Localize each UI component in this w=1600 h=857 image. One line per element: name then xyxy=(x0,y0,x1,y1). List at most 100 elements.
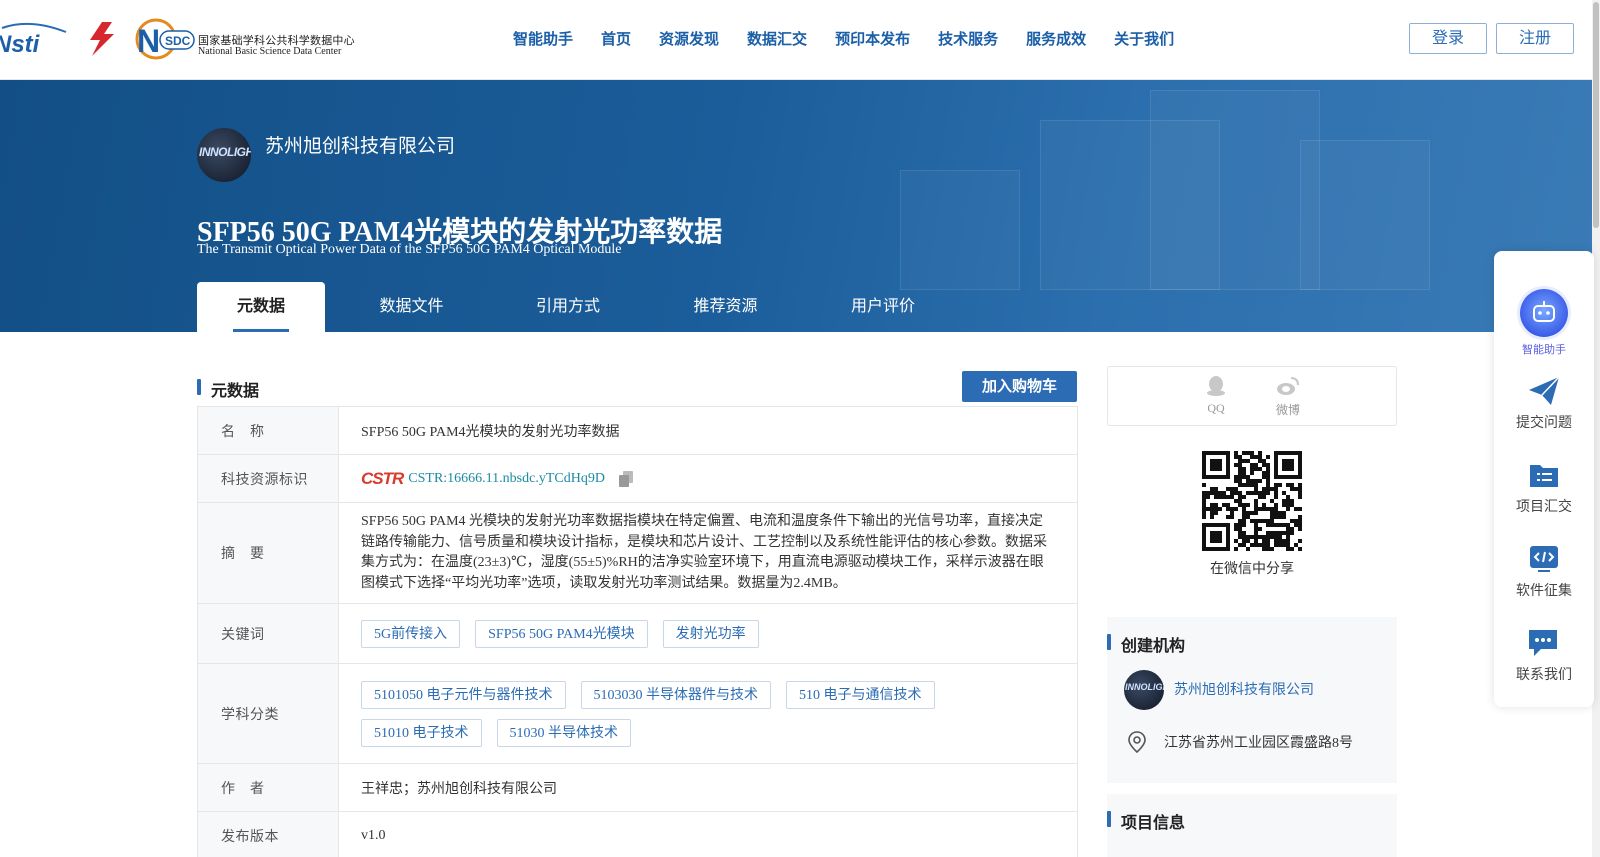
banner-decoration xyxy=(900,170,1020,290)
subject-tag[interactable]: 51010 电子技术 xyxy=(361,718,482,747)
banner-decoration xyxy=(1300,140,1430,290)
side-item-contact[interactable]: 联系我们 xyxy=(1494,627,1594,684)
org-logo[interactable]: INNOLIGHT xyxy=(1124,670,1164,710)
nav-item-preprint[interactable]: 预印本发布 xyxy=(835,28,910,49)
table-row: 关键词 5G前传接入 SFP56 50G PAM4光模块 发射光功率 xyxy=(198,604,1077,664)
scrollbar-thumb[interactable] xyxy=(1593,2,1599,228)
weibo-icon xyxy=(1277,377,1299,395)
register-button[interactable]: 注册 xyxy=(1496,23,1574,54)
share-qq[interactable]: QQ xyxy=(1196,375,1236,416)
subject-tags: 5101050 电子元件与器件技术 5103030 半导体器件与技术 510 电… xyxy=(361,667,1055,761)
share-qq-label: QQ xyxy=(1207,401,1225,415)
nav-item-assistant[interactable]: 智能助手 xyxy=(513,28,573,49)
tab-reviews[interactable]: 用户评价 xyxy=(813,282,953,332)
svg-text:N: N xyxy=(137,23,160,59)
tab-recommended[interactable]: 推荐资源 xyxy=(638,282,813,332)
keyword-tag[interactable]: 发射光功率 xyxy=(662,619,759,648)
row-label-keywords: 关键词 xyxy=(198,604,339,663)
org-name-link[interactable]: 苏州旭创科技有限公司 xyxy=(1174,679,1314,699)
side-item-software-collect-label: 软件征集 xyxy=(1516,582,1572,598)
cstr-link[interactable]: CSTR:16666.11.nbsdc.yTCdHq9D xyxy=(408,471,605,487)
company-name[interactable]: 苏州旭创科技有限公司 xyxy=(265,131,455,158)
nav-item-results[interactable]: 服务成效 xyxy=(1026,28,1086,49)
copy-icon[interactable] xyxy=(618,470,633,487)
project-section-title: 项目信息 xyxy=(1107,809,1185,833)
flame-logo[interactable] xyxy=(82,20,120,58)
nsdc-emblem-icon: N SDC xyxy=(135,18,195,60)
keyword-tag[interactable]: SFP56 50G PAM4光模块 xyxy=(475,619,648,648)
side-item-assistant-label: 智能助手 xyxy=(1522,344,1566,356)
code-icon xyxy=(1530,546,1558,572)
share-weibo-label: 微博 xyxy=(1275,403,1300,417)
side-item-software-collect[interactable]: 软件征集 xyxy=(1494,543,1594,600)
wechat-share-text: 在微信中分享 xyxy=(1210,562,1294,577)
subject-tags-cell: 5101050 电子元件与器件技术 5103030 半导体器件与技术 510 电… xyxy=(339,664,1077,763)
cstr-logo: CSTR xyxy=(361,468,404,488)
main-nav: 智能助手 首页 资源发现 数据汇交 预印本发布 技术服务 服务成效 关于我们 xyxy=(513,28,1202,49)
table-row: 学科分类 5101050 电子元件与器件技术 5103030 半导体器件与技术 … xyxy=(198,664,1077,764)
row-value-abstract: SFP56 50G PAM4 光模块的发射光功率数据指模块在特定偏置、电流和温度… xyxy=(361,514,1047,591)
org-address: 江苏省苏州工业园区霞盛路8号 xyxy=(1164,736,1353,751)
row-value-name: SFP56 50G PAM4光模块的发射光功率数据 xyxy=(361,424,620,440)
metadata-section-title: 元数据 xyxy=(197,377,259,401)
dataset-tabs: 元数据 数据文件 引用方式 推荐资源 用户评价 xyxy=(197,282,953,332)
row-label-name: 名 称 xyxy=(198,407,339,454)
folder-list-icon xyxy=(1530,465,1558,487)
creator-org-panel: 创建机构 INNOLIGHT 苏州旭创科技有限公司 江苏省苏州工业园区霞盛路8号 xyxy=(1107,617,1397,783)
dataset-title-en: The Transmit Optical Power Data of the S… xyxy=(197,242,622,257)
subject-tag[interactable]: 51030 半导体技术 xyxy=(496,718,631,747)
side-item-project-submit[interactable]: 项目汇交 xyxy=(1494,459,1594,516)
nsdc-logo[interactable]: N SDC 国家基础学科公共科学数据中心 National Basic Scie… xyxy=(134,16,355,62)
tab-citation[interactable]: 引用方式 xyxy=(498,282,638,332)
share-panel: QQ 微博 xyxy=(1107,366,1397,426)
paper-plane-icon xyxy=(1529,376,1560,405)
nsdc-logo-en: National Basic Science Data Center xyxy=(198,46,342,57)
location-icon xyxy=(1128,731,1146,753)
table-row: 发布版本 v1.0 xyxy=(198,812,1077,857)
row-label-abstract: 摘 要 xyxy=(198,503,339,603)
side-item-submit-question-label: 提交问题 xyxy=(1516,414,1572,430)
add-to-cart-button[interactable]: 加入购物车 xyxy=(962,371,1077,402)
tab-data-files[interactable]: 数据文件 xyxy=(325,282,498,332)
robot-icon xyxy=(1520,289,1568,337)
chat-icon xyxy=(1529,630,1557,656)
top-navigation-bar: Nsti N SDC 国家基础学科公共科学数据中心 National Basic… xyxy=(0,0,1600,80)
nav-item-home[interactable]: 首页 xyxy=(601,28,631,49)
subject-tag[interactable]: 5103030 半导体器件与技术 xyxy=(580,680,771,709)
row-value-version: v1.0 xyxy=(361,827,386,843)
dataset-banner: INNOLIGHT 苏州旭创科技有限公司 SFP56 50G PAM4光模块的发… xyxy=(0,80,1592,332)
table-row: 科技资源标识 CSTR CSTR:16666.11.nbsdc.yTCdHq9D xyxy=(198,455,1077,503)
nav-item-tech-service[interactable]: 技术服务 xyxy=(938,28,998,49)
row-label-cstr: 科技资源标识 xyxy=(198,455,339,502)
side-item-assistant[interactable]: 智能助手 xyxy=(1494,289,1594,357)
nav-item-about[interactable]: 关于我们 xyxy=(1114,28,1174,49)
row-value-authors: 王祥忠；苏州旭创科技有限公司 xyxy=(361,781,557,797)
row-label-subjects: 学科分类 xyxy=(198,664,339,763)
nav-item-data-submit[interactable]: 数据汇交 xyxy=(747,28,807,49)
login-button[interactable]: 登录 xyxy=(1409,23,1487,54)
keyword-tag[interactable]: 5G前传接入 xyxy=(361,619,461,648)
project-info-panel: 项目信息 xyxy=(1107,794,1397,857)
creator-section-title: 创建机构 xyxy=(1107,632,1185,656)
table-row: 名 称 SFP56 50G PAM4光模块的发射光功率数据 xyxy=(198,407,1077,455)
qq-icon xyxy=(1207,376,1225,396)
side-item-project-submit-label: 项目汇交 xyxy=(1516,498,1572,514)
floating-side-toolbar: 智能助手 提交问题 项目汇交 软件征集 联系我们 xyxy=(1494,251,1594,707)
tab-metadata[interactable]: 元数据 xyxy=(197,282,325,332)
table-row: 作 者 王祥忠；苏州旭创科技有限公司 xyxy=(198,764,1077,812)
row-label-authors: 作 者 xyxy=(198,764,339,811)
table-row: 摘 要 SFP56 50G PAM4 光模块的发射光功率数据指模块在特定偏置、电… xyxy=(198,503,1077,604)
side-item-submit-question[interactable]: 提交问题 xyxy=(1494,375,1594,432)
row-value-cstr: CSTR CSTR:16666.11.nbsdc.yTCdHq9D xyxy=(339,455,1077,502)
wechat-qr-code xyxy=(1202,451,1302,551)
side-item-contact-label: 联系我们 xyxy=(1516,666,1572,682)
share-weibo[interactable]: 微博 xyxy=(1268,375,1308,418)
metadata-table: 名 称 SFP56 50G PAM4光模块的发射光功率数据 科技资源标识 CST… xyxy=(197,406,1078,857)
subject-tag[interactable]: 5101050 电子元件与器件技术 xyxy=(361,680,566,709)
svg-text:Nsti: Nsti xyxy=(0,31,41,58)
keyword-tags: 5G前传接入 SFP56 50G PAM4光模块 发射光功率 xyxy=(339,604,1077,663)
subject-tag[interactable]: 510 电子与通信技术 xyxy=(786,680,935,709)
company-logo[interactable]: INNOLIGHT xyxy=(197,128,251,182)
nav-item-discover[interactable]: 资源发现 xyxy=(659,28,719,49)
nsti-logo[interactable]: Nsti xyxy=(0,22,68,58)
